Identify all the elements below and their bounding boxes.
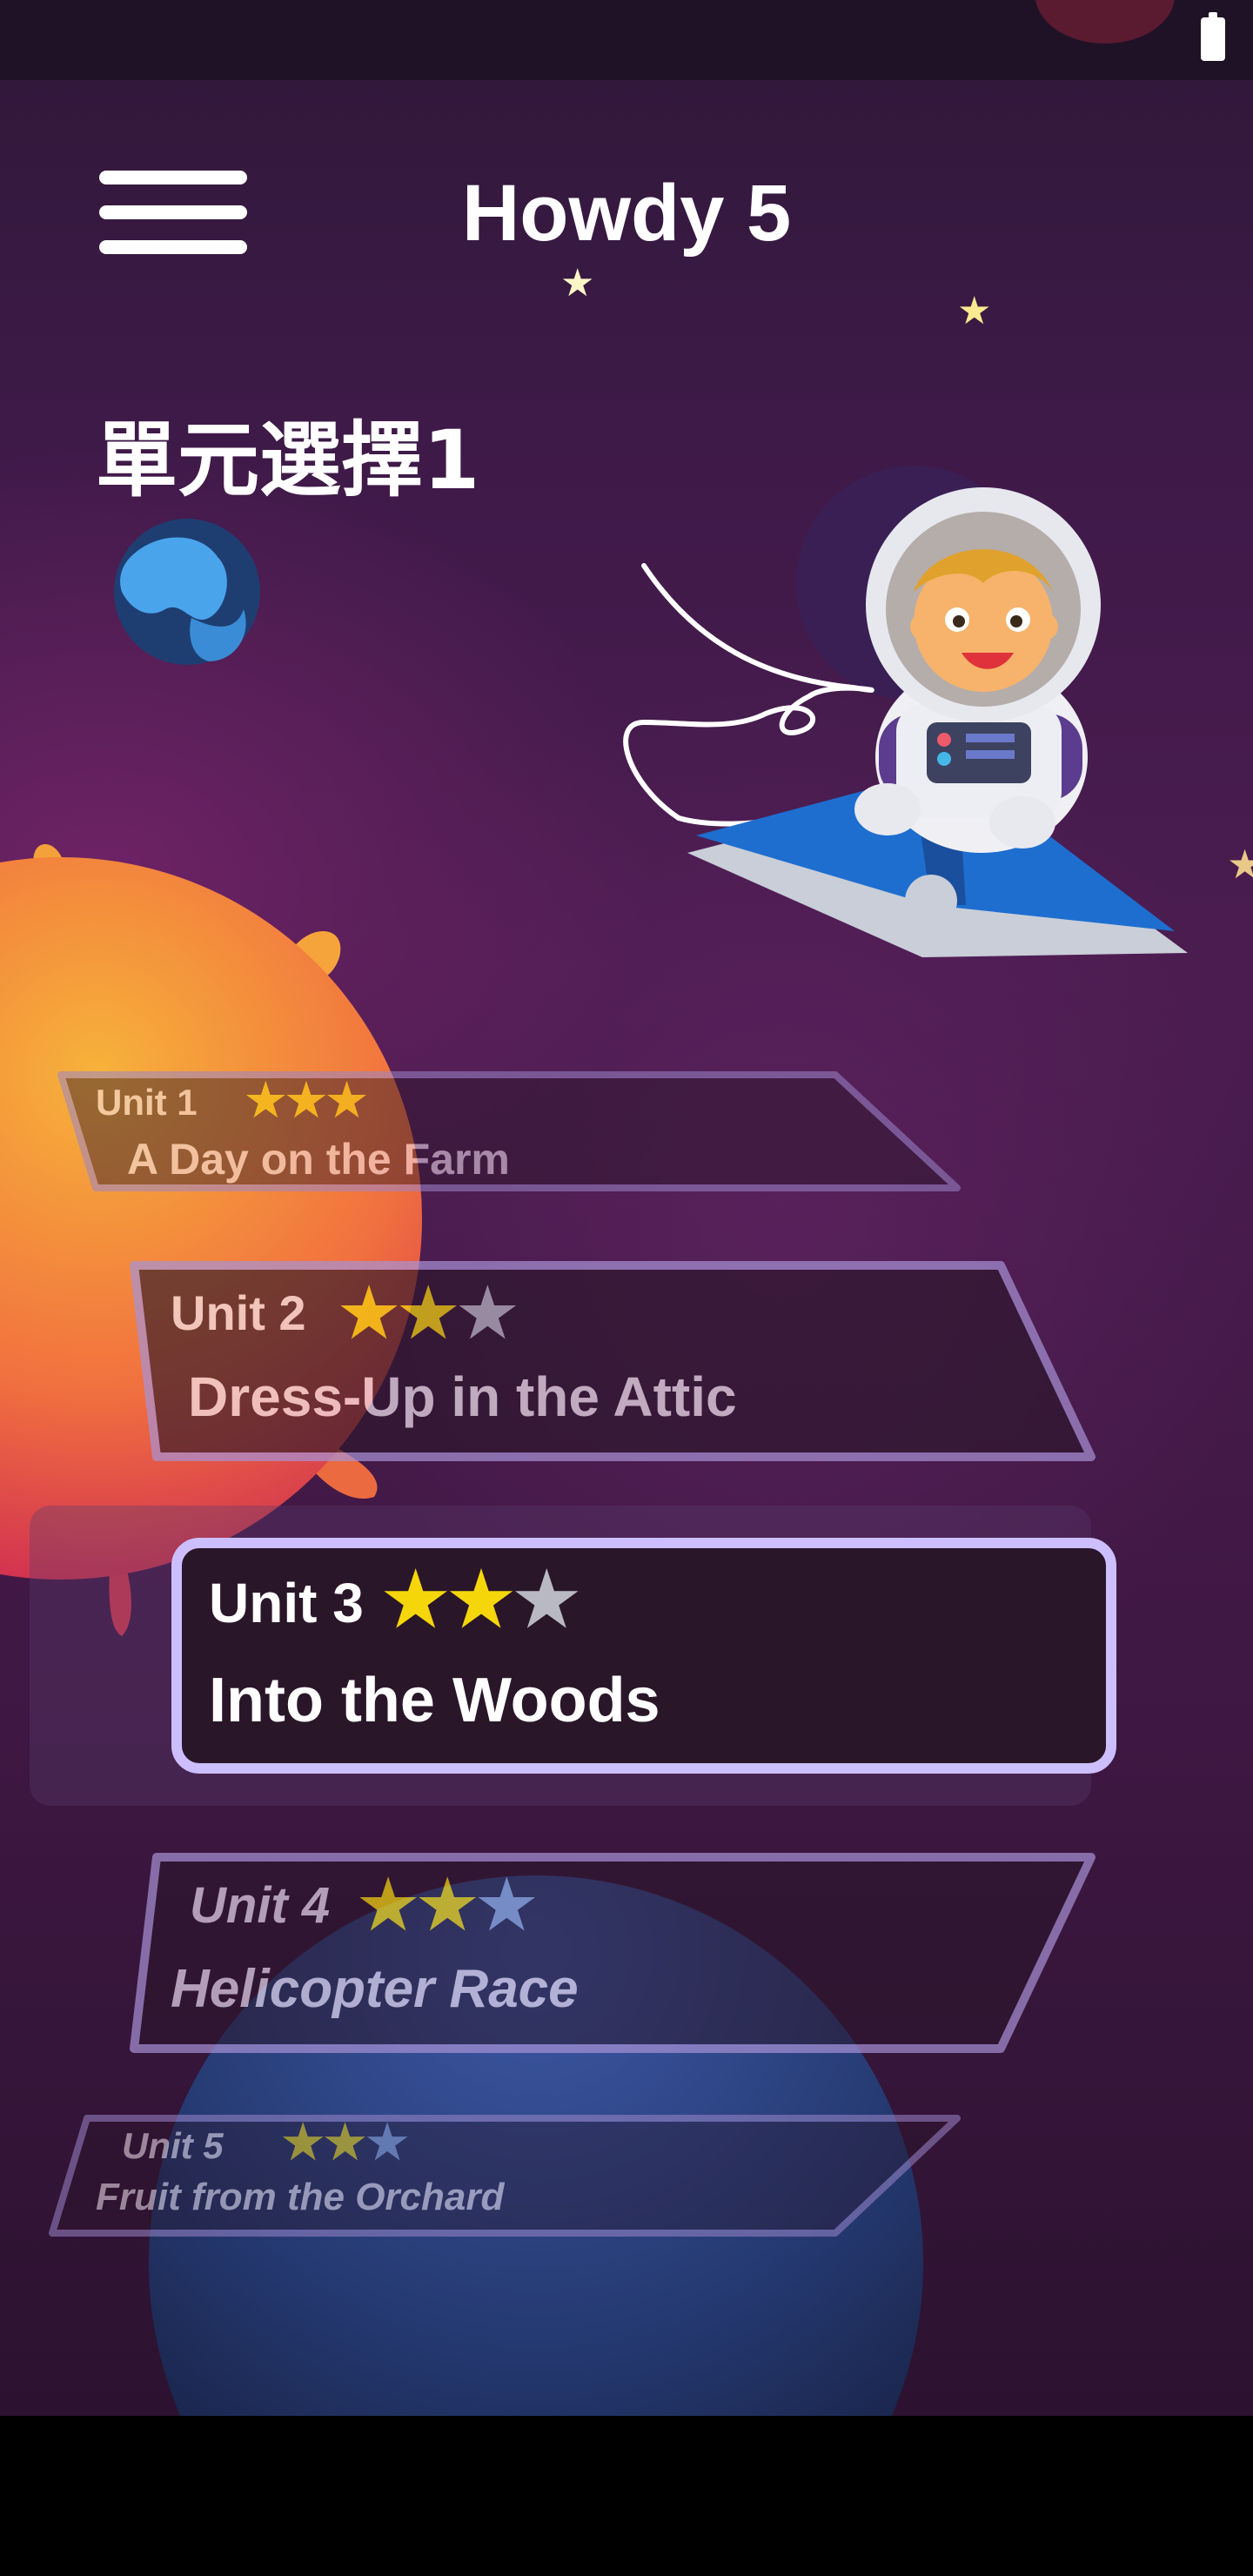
unit-stars: ★★★ [339, 1274, 517, 1352]
star-filled-icon: ★ [326, 1076, 367, 1126]
star-filled-icon: ★ [358, 1868, 419, 1942]
unit-title: Into the Woods [209, 1666, 660, 1735]
unit-card-1[interactable]: Unit 1 ★★★ A Day on the Farm [52, 1066, 975, 1205]
astronaut-illustration [687, 487, 1188, 957]
unit-label: Unit 1 [96, 1082, 198, 1123]
unit-label: Unit 3 [209, 1572, 364, 1634]
app-title: Howdy 5 [461, 169, 792, 258]
unit-stars: ★★★ [282, 2115, 408, 2170]
unit-title: Fruit from the Orchard [96, 2176, 505, 2218]
star-filled-icon: ★ [383, 1559, 449, 1640]
unit-label: Unit 5 [122, 2125, 224, 2166]
star-filled-icon: ★ [282, 2116, 325, 2169]
unit-stars: ★★★ [245, 1075, 367, 1127]
unit-card-5[interactable]: Unit 5 ★★★ Fruit from the Orchard [44, 2106, 975, 2245]
app-screen: Howdy 5 ★ ★ ★ 單元選擇1 Unit 1 ★★★ A Day on … [0, 0, 1253, 2416]
star-filled-icon: ★ [285, 1076, 327, 1126]
star-filled-icon: ★ [339, 1277, 399, 1351]
status-bar-planet [1035, 0, 1175, 44]
star-filled-icon: ★ [448, 1559, 514, 1640]
unit-label: Unit 4 [190, 1877, 331, 1934]
star-filled-icon: ★ [418, 1868, 478, 1942]
star-empty-icon: ★ [513, 1559, 580, 1640]
unit-card-2[interactable]: Unit 2 ★★★ Dress-Up in the Attic [122, 1253, 1105, 1471]
star-empty-icon: ★ [458, 1277, 518, 1351]
star-filled-icon: ★ [399, 1277, 459, 1351]
unit-stars: ★★★ [383, 1557, 580, 1642]
star-empty-icon: ★ [365, 2116, 409, 2169]
battery-icon [1201, 12, 1225, 61]
unit-label: Unit 2 [171, 1285, 306, 1340]
star-decoration-icon: ★ [957, 290, 992, 332]
star-filled-icon: ★ [324, 2116, 366, 2169]
status-bar [0, 0, 1253, 80]
section-title: 單元選擇1 [96, 413, 480, 508]
unit-title: A Day on the Farm [127, 1135, 510, 1184]
unit-title: Helicopter Race [171, 1959, 579, 2019]
earth-planet [114, 519, 260, 665]
unit-card-4[interactable]: Unit 4 ★★★ Helicopter Race [122, 1845, 1105, 2063]
unit-title: Dress-Up in the Attic [188, 1365, 737, 1428]
unit-card-3[interactable]: Unit 3 ★★★ Into the Woods [170, 1536, 1118, 1775]
star-decoration-icon: ★ [1227, 842, 1253, 887]
star-empty-icon: ★ [477, 1868, 537, 1942]
unit-stars: ★★★ [358, 1866, 536, 1943]
star-filled-icon: ★ [245, 1076, 286, 1126]
star-decoration-icon: ★ [560, 262, 595, 305]
